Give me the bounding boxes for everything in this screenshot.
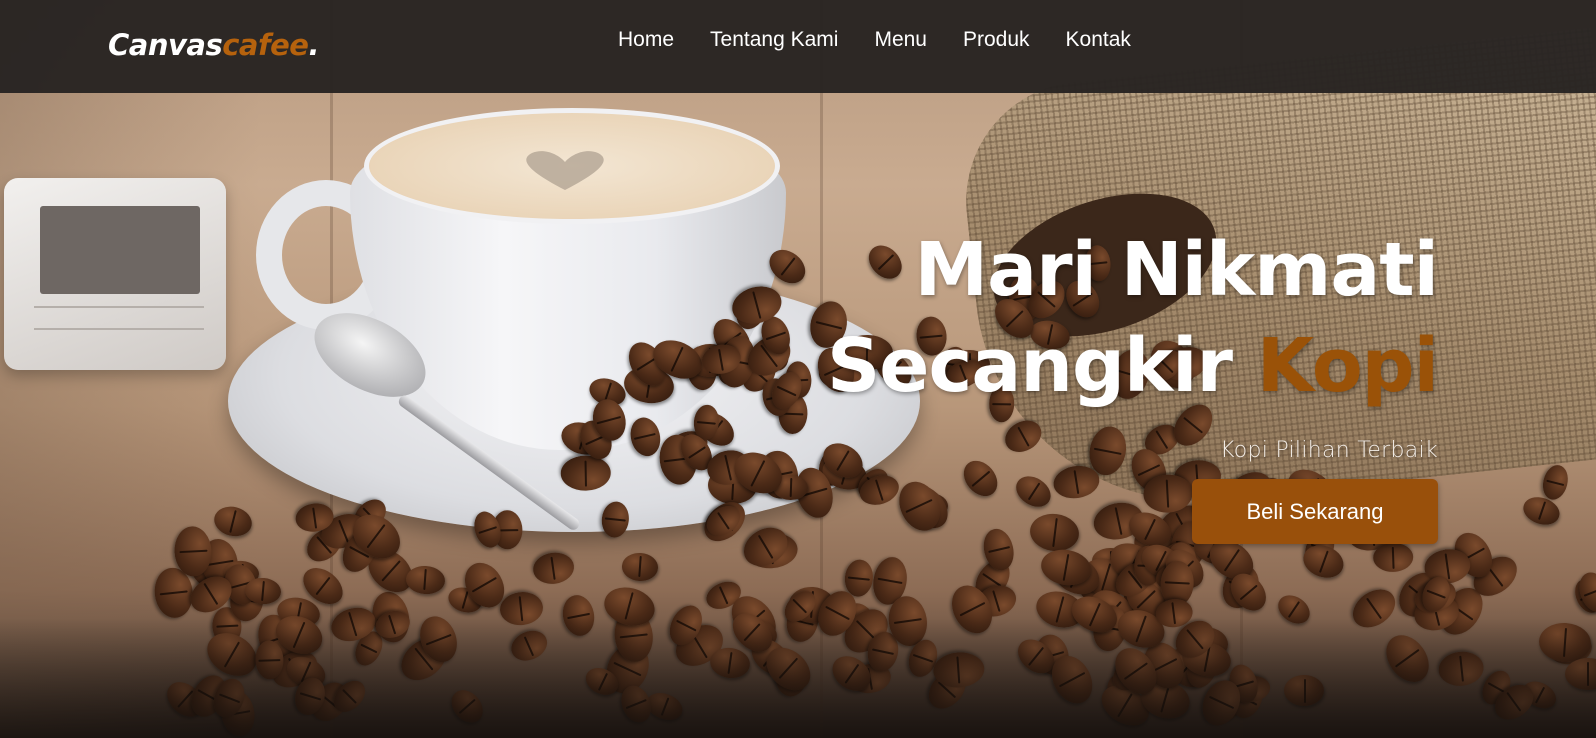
- logo-accent: cafee: [222, 28, 309, 62]
- nav-link-menu[interactable]: Menu: [874, 28, 927, 52]
- coffee-bean-image: [404, 564, 445, 596]
- hero-title: Mari Nikmati Secangkir Kopi: [718, 222, 1439, 414]
- nav-link-produk[interactable]: Produk: [963, 28, 1030, 52]
- logo-main: Canvas: [108, 28, 223, 62]
- hero-title-accent: Kopi: [1256, 323, 1439, 409]
- hero-title-line2: Secangkir: [827, 323, 1257, 409]
- latte-heart-icon: [526, 151, 604, 190]
- phone-image: [4, 178, 226, 370]
- nav-link-home[interactable]: Home: [618, 28, 674, 52]
- buy-now-button[interactable]: Beli Sekarang: [1192, 479, 1438, 544]
- logo[interactable]: Canvascafee.: [108, 28, 319, 62]
- hero-subtitle: Kopi Pilihan Terbaik: [1220, 438, 1438, 463]
- coffee-bean-image: [1538, 462, 1571, 503]
- navbar: Canvascafee. Home Tentang Kami Menu Prod…: [0, 0, 1596, 93]
- nav-link-tentang-kami[interactable]: Tentang Kami: [710, 28, 838, 52]
- hero-title-line1: Mari Nikmati: [914, 227, 1439, 313]
- coffee-bean-image: [530, 550, 576, 587]
- logo-dot: .: [308, 28, 319, 62]
- hero-content: Mari Nikmati Secangkir Kopi Kopi Pilihan…: [718, 222, 1439, 544]
- coffee-bean-image: [1372, 542, 1415, 573]
- nav-menu: Home Tentang Kami Menu Produk Kontak: [618, 28, 1167, 52]
- nav-link-kontak[interactable]: Kontak: [1066, 28, 1131, 52]
- coffee-bean-image: [620, 551, 660, 582]
